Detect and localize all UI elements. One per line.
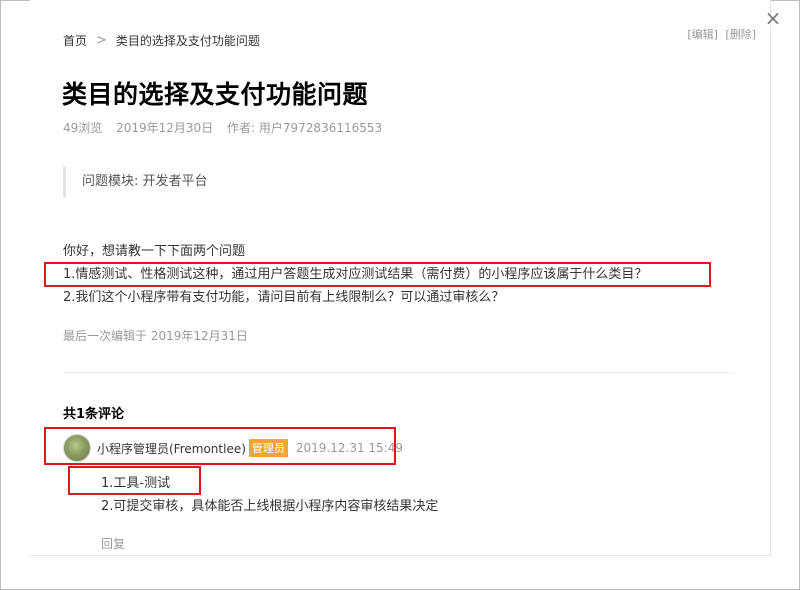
view-count: 49浏览: [63, 121, 103, 135]
comment-time: 2019.12.31 15:49: [295, 441, 403, 455]
admin-badge: 管理员: [248, 439, 288, 457]
post-body: 你好，想请教一下下面两个问题 1.情感测试、性格测试这种，通过用户答题生成对应测…: [63, 240, 647, 309]
question-module: 问题模块: 开发者平台: [63, 167, 208, 197]
reply-link[interactable]: 回复: [101, 535, 125, 552]
breadcrumb-home-link[interactable]: 首页: [63, 32, 87, 49]
post-line: 1.情感测试、性格测试这种，通过用户答题生成对应测试结果（需付费）的小程序应该属…: [63, 267, 648, 282]
post-line: 你好，想请教一下下面两个问题: [63, 244, 246, 259]
post-meta: 49浏览 2019年12月30日 作者: 用户7972836116553: [63, 119, 392, 136]
close-icon[interactable]: ×: [763, 8, 783, 28]
comment-line: 1.工具-测试: [101, 476, 171, 491]
comment-line: 2.可提交审核，具体能否上线根据小程序内容审核结果决定: [101, 499, 439, 514]
post-actions: [编辑] [删除]: [683, 26, 756, 42]
edit-link[interactable]: [编辑]: [687, 28, 718, 41]
chevron-right-icon: >: [96, 33, 107, 48]
avatar[interactable]: [63, 434, 91, 462]
delete-link[interactable]: [删除]: [725, 28, 756, 41]
post-author[interactable]: 作者: 用户7972836116553: [227, 121, 382, 135]
post-line: 2.我们这个小程序带有支付功能，请问目前有上线限制么？可以通过审核么？: [63, 290, 505, 305]
section-divider: [63, 372, 735, 373]
comment-username[interactable]: 小程序管理员(Fremontlee): [97, 440, 246, 457]
post-date: 2019年12月30日: [116, 121, 214, 135]
post-title: 类目的选择及支付功能问题: [62, 80, 369, 109]
breadcrumb-current: 类目的选择及支付功能问题: [115, 34, 260, 48]
comment-count: 共1条评论: [63, 407, 125, 422]
comment-body: 1.工具-测试 2.可提交审核，具体能否上线根据小程序内容审核结果决定: [101, 472, 438, 518]
last-edited-note: 最后一次编辑于 2019年12月31日: [63, 329, 248, 343]
breadcrumb: 首页 > 类目的选择及支付功能问题: [63, 32, 260, 49]
comment-header: 小程序管理员(Fremontlee) 管理员 2019.12.31 15:49: [63, 434, 403, 462]
